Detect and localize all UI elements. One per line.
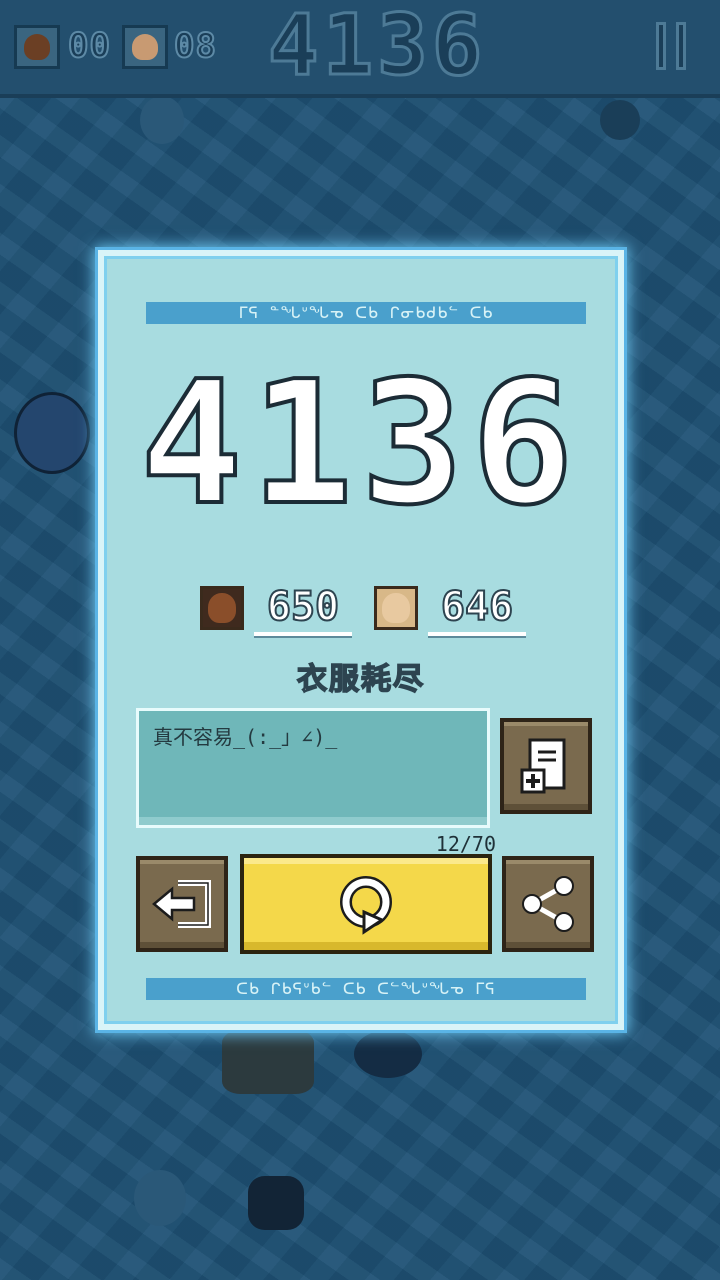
top-hud: 00 08 4136: [0, 0, 720, 98]
hud-score: 4136: [267, 0, 487, 94]
enemy-sprite: [354, 1030, 422, 1078]
enemy-sprite: [600, 100, 640, 140]
player1-score: 650: [266, 583, 340, 631]
player2-avatar: [374, 586, 418, 630]
char-count: 12/70: [435, 832, 496, 856]
player2-score: 646: [440, 583, 514, 631]
hud-player2-avatar: [122, 25, 168, 69]
rune-strip-bottom: ᑕᑲ ᒋᑲᕋᐡᑲᓪ ᑕᑲ ᑕᓪᖓᐡᖓᓀ ᒥᕋ: [146, 978, 586, 1000]
pause-icon: [676, 22, 686, 70]
player-sprite: [248, 1176, 304, 1230]
restart-icon: [340, 876, 392, 935]
add-note-button[interactable]: [500, 718, 592, 814]
player1-avatar: [200, 586, 244, 630]
player1-underline: [254, 632, 352, 638]
result-dialog: ᒥᕋ ᓐᖓᐡᖓᓀ ᑕᑲ ᒋᓂᑲᑯᑲᓪ ᑕᑲ 4136 650 646 衣服耗尽 …: [98, 250, 624, 1030]
pause-icon: [656, 22, 666, 70]
share-button[interactable]: [502, 856, 594, 952]
hud-player2-count: 08: [173, 25, 217, 67]
sack-sprite: [14, 392, 90, 474]
player2-underline: [428, 632, 526, 638]
restart-button[interactable]: [240, 854, 492, 954]
add-note-icon: [520, 738, 566, 794]
comment-text: 真不容易_(:_」∠)_: [153, 725, 338, 749]
hud-player1-avatar: [14, 25, 60, 69]
rune-strip-top: ᒥᕋ ᓐᖓᐡᖓᓀ ᑕᑲ ᒋᓂᑲᑯᑲᓪ ᑕᑲ: [146, 302, 586, 324]
enemy-sprite: [134, 1170, 186, 1226]
status-text: 衣服耗尽: [296, 661, 425, 698]
hud-player1-count: 00: [67, 25, 111, 67]
exit-icon: [152, 880, 211, 928]
comment-underline: [139, 817, 487, 825]
comment-input[interactable]: 真不容易_(:_」∠)_: [136, 708, 490, 828]
boss-sprite: [222, 1030, 314, 1094]
share-icon: [522, 876, 574, 932]
pause-button[interactable]: [656, 22, 688, 70]
enemy-sprite: [140, 96, 184, 144]
player-scores: 650 646: [104, 583, 618, 638]
final-score: 4136: [138, 345, 582, 543]
exit-button[interactable]: [136, 856, 228, 952]
